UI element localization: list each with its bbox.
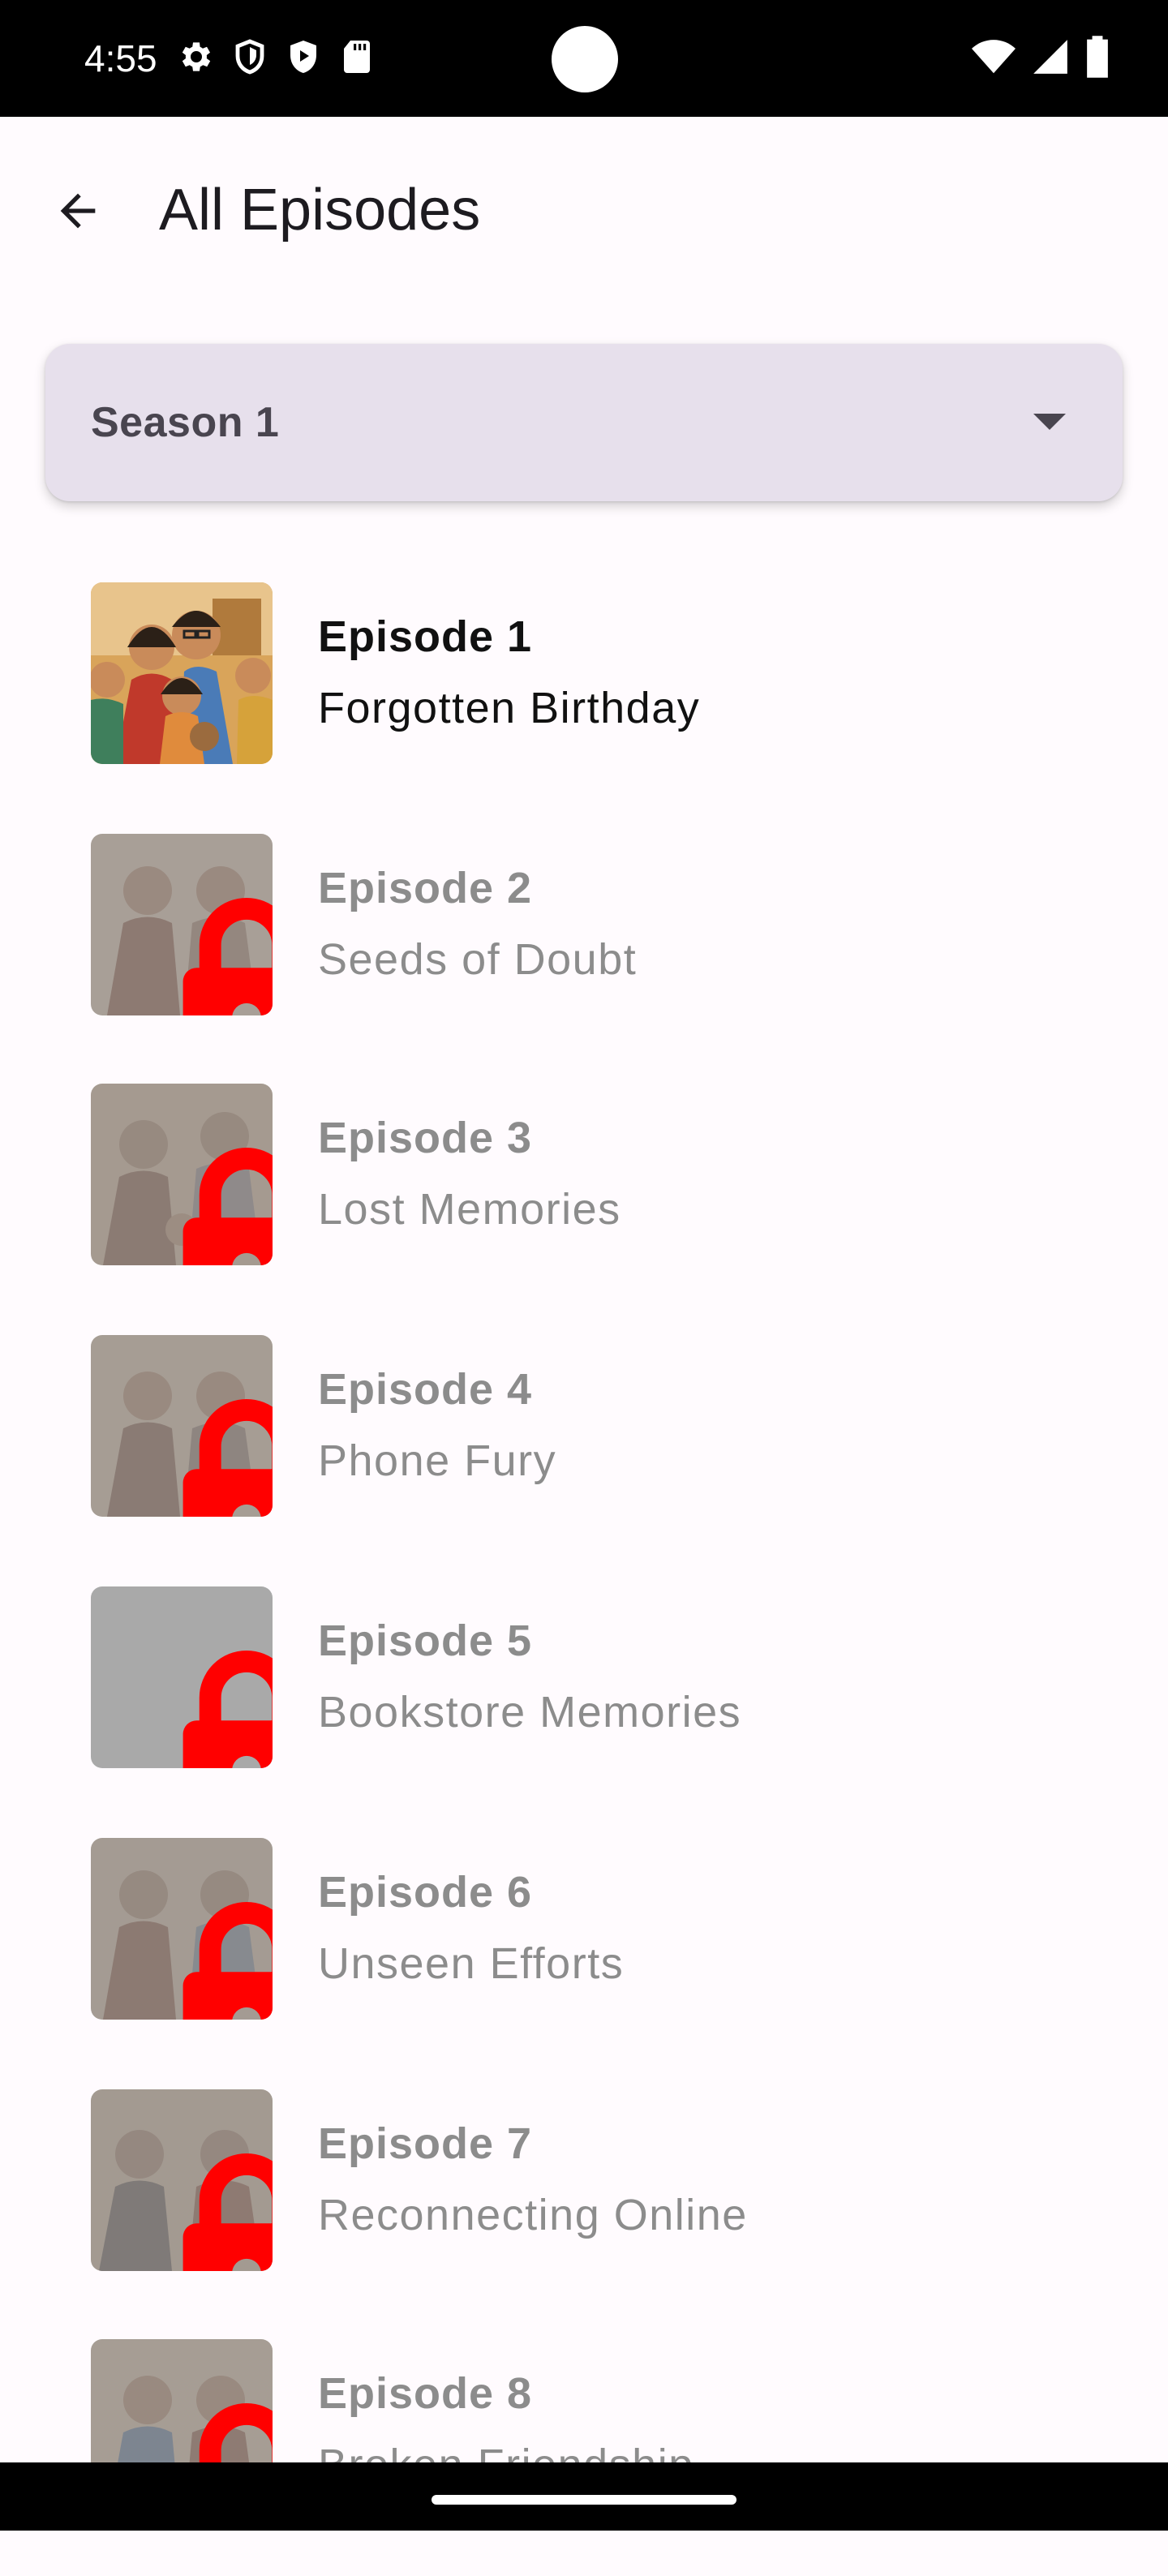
lock-icon xyxy=(182,897,273,1015)
episode-item[interactable]: Episode 8 Broken Friendship xyxy=(0,2333,1168,2576)
shield-icon xyxy=(235,39,264,75)
episode-number: Episode 8 xyxy=(318,2369,533,2418)
arrow-back-icon xyxy=(60,193,96,229)
episode-number: Episode 5 xyxy=(318,1616,533,1665)
sd-card-icon xyxy=(344,41,370,73)
status-icons-left xyxy=(177,36,376,78)
lock-icon xyxy=(182,1901,273,2020)
episode-title: Phone Fury xyxy=(318,1436,557,1485)
episode-thumbnail xyxy=(91,582,273,764)
episode-title: Bookstore Memories xyxy=(318,1688,742,1737)
app-bar: All Episodes xyxy=(0,117,1168,298)
episode-title: Seeds of Doubt xyxy=(318,935,638,984)
lock-icon xyxy=(182,1398,273,1517)
status-time: 4:55 xyxy=(84,37,157,79)
episode-title: Unseen Efforts xyxy=(318,1939,625,1988)
episode-item[interactable]: Episode 7 Reconnecting Online xyxy=(0,2083,1168,2326)
season-dropdown[interactable]: Season 1 xyxy=(45,344,1123,501)
episode-thumbnail xyxy=(91,1838,273,2020)
wifi-icon xyxy=(972,40,1016,74)
page-title: All Episodes xyxy=(159,178,481,243)
episode-item[interactable]: Episode 6 Unseen Efforts xyxy=(0,1831,1168,2075)
episode-item[interactable]: Episode 1 Forgotten Birthday xyxy=(0,576,1168,819)
status-icons-right xyxy=(972,34,1110,79)
signal-icon xyxy=(1033,40,1067,74)
lock-icon xyxy=(182,1650,273,1768)
episode-number: Episode 1 xyxy=(318,612,533,661)
season-selected-value: Season 1 xyxy=(91,399,280,446)
episode-thumbnail xyxy=(91,1586,273,1768)
episode-item[interactable]: Episode 4 Phone Fury xyxy=(0,1329,1168,1572)
episode-number: Episode 7 xyxy=(318,2119,533,2168)
status-bar: 4:55 xyxy=(0,0,1168,117)
home-gesture-handle[interactable] xyxy=(432,2495,736,2505)
episode-thumbnail xyxy=(91,834,273,1015)
episode-item[interactable]: Episode 2 Seeds of Doubt xyxy=(0,827,1168,1071)
episode-thumbnail xyxy=(91,2089,273,2271)
battery-icon xyxy=(1087,36,1108,78)
episode-thumbnail xyxy=(91,1335,273,1517)
episode-title: Forgotten Birthday xyxy=(318,684,701,732)
lock-icon xyxy=(182,1147,273,1265)
episode-thumbnail xyxy=(91,1084,273,1265)
episode-item[interactable]: Episode 3 Lost Memories xyxy=(0,1077,1168,1320)
episode-number: Episode 3 xyxy=(318,1114,533,1162)
dropdown-arrow-icon xyxy=(1033,414,1066,430)
episode-title: Lost Memories xyxy=(318,1185,621,1234)
gear-icon xyxy=(182,42,211,71)
navigation-bar xyxy=(0,2462,1168,2531)
episode-item[interactable]: Episode 5 Bookstore Memories xyxy=(0,1580,1168,1823)
episode-title: Reconnecting Online xyxy=(318,2191,748,2239)
back-button[interactable] xyxy=(45,178,110,243)
episode-number: Episode 4 xyxy=(318,1365,533,1414)
episode-number: Episode 2 xyxy=(318,864,533,912)
lock-icon xyxy=(182,2153,273,2271)
play-protect-icon xyxy=(290,41,316,73)
episode-number: Episode 6 xyxy=(318,1868,533,1917)
camera-cutout xyxy=(552,26,618,92)
